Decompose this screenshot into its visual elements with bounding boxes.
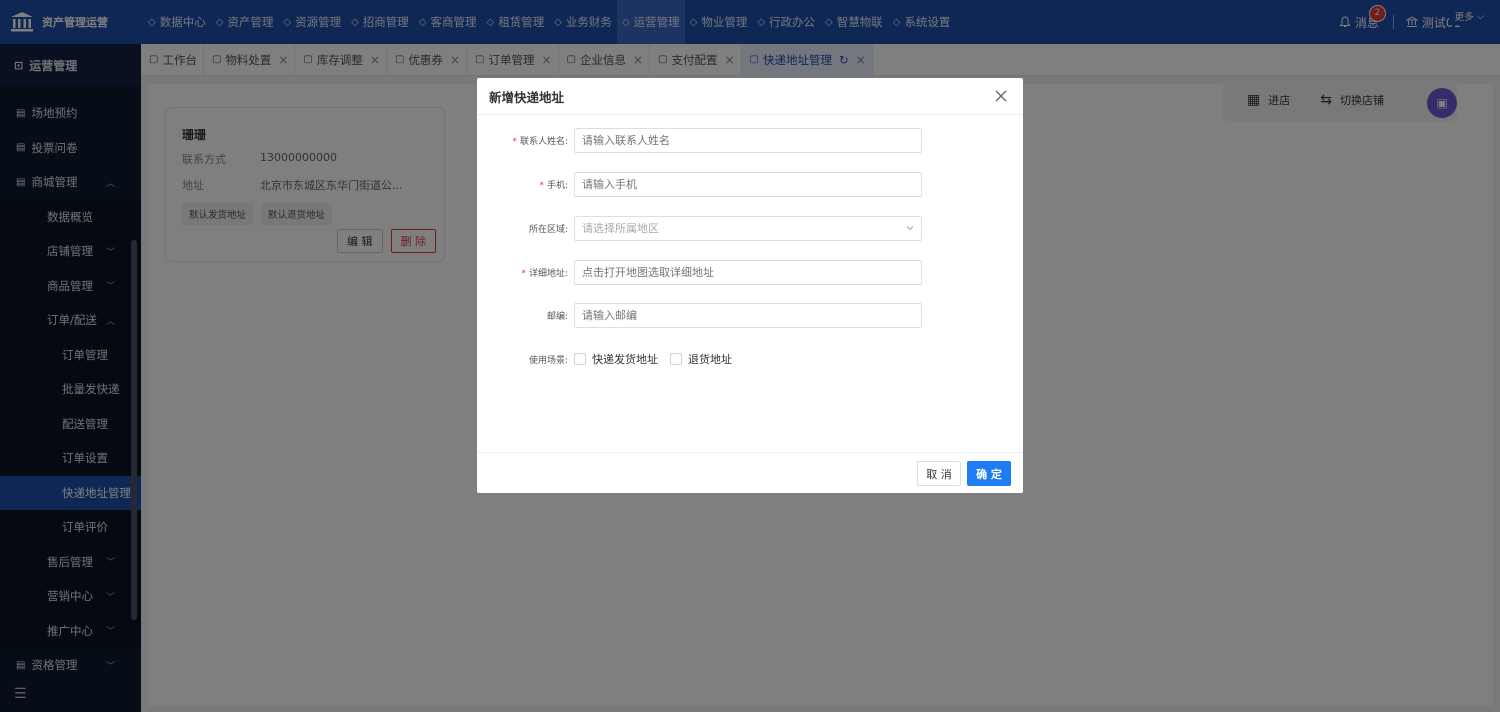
dialog-footer: 取 消 确 定 xyxy=(477,452,1023,493)
region-select[interactable]: 请选择所属地区 xyxy=(574,215,922,241)
form-row-name: * 联系人姓名: xyxy=(477,127,1023,153)
add-address-dialog: 新增快递地址 *联系人姓名: *手机: 所在区域: 请选择所属地区 *详细地址:… xyxy=(477,78,1023,493)
chevron-down-icon xyxy=(906,225,914,230)
name-label-text: 联系人姓名: xyxy=(519,136,568,147)
dialog-header: 新增快递地址 xyxy=(477,78,1023,115)
scene-checkboxes: 快递发货地址 退货地址 xyxy=(574,351,732,367)
close-icon[interactable] xyxy=(993,88,1009,104)
scene-label-text: 使用场景: xyxy=(528,355,568,366)
contact-name-input[interactable] xyxy=(574,127,922,153)
region-placeholder: 请选择所属地区 xyxy=(582,222,659,235)
zip-input[interactable] xyxy=(574,302,922,328)
region-label-text: 所在区域: xyxy=(528,224,568,235)
form-row-region: 所在区域: 请选择所属地区 xyxy=(477,215,1023,241)
required-mark: * xyxy=(539,180,544,191)
return-address-checkbox[interactable]: 退货地址 xyxy=(670,351,732,367)
scene-label: 使用场景: xyxy=(477,353,574,366)
return-address-label: 退货地址 xyxy=(688,353,732,366)
name-label: * 联系人姓名: xyxy=(477,134,574,147)
form-row-detail: * 详细地址: xyxy=(477,259,1023,285)
required-mark: * xyxy=(512,136,517,147)
detail-label: * 详细地址: xyxy=(477,266,574,279)
required-mark: * xyxy=(521,268,526,279)
phone-label-text: 手机: xyxy=(546,180,568,191)
zip-label: 邮编: xyxy=(477,309,574,322)
cancel-button[interactable]: 取 消 xyxy=(917,461,961,486)
phone-label: * 手机: xyxy=(477,178,574,191)
zip-label-text: 邮编: xyxy=(546,311,568,322)
form-row-zip: 邮编: xyxy=(477,302,1023,328)
form-row-phone: * 手机: xyxy=(477,171,1023,197)
detail-label-text: 详细地址: xyxy=(528,268,568,279)
ship-address-label: 快递发货地址 xyxy=(592,353,658,366)
region-label: 所在区域: xyxy=(477,222,574,235)
confirm-button[interactable]: 确 定 xyxy=(967,461,1011,486)
phone-input[interactable] xyxy=(574,171,922,197)
checkbox-box[interactable] xyxy=(670,353,682,365)
form-row-scene: 使用场景: 快递发货地址 退货地址 xyxy=(477,346,1023,372)
detail-address-input[interactable] xyxy=(574,259,922,285)
checkbox-box[interactable] xyxy=(574,353,586,365)
ship-address-checkbox[interactable]: 快递发货地址 xyxy=(574,351,658,367)
dialog-title: 新增快递地址 xyxy=(489,89,565,105)
